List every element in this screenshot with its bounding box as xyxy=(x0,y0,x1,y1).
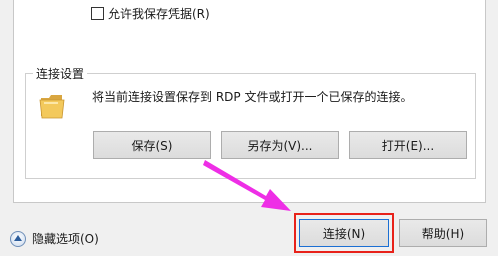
save-button[interactable]: 保存(S) xyxy=(93,131,211,159)
hide-options-toggle[interactable]: 隐藏选项(O) xyxy=(10,230,99,247)
chevron-up-circle-icon xyxy=(10,230,26,247)
hide-options-label: 隐藏选项(O) xyxy=(32,232,99,246)
open-button[interactable]: 打开(E)... xyxy=(349,131,467,159)
folder-icon xyxy=(39,95,65,119)
save-credentials-label: 允许我保存凭据(R) xyxy=(108,7,210,21)
connect-button[interactable]: 连接(N) xyxy=(299,219,389,247)
connection-settings-title: 连接设置 xyxy=(33,65,88,82)
help-button[interactable]: 帮助(H) xyxy=(399,219,487,247)
options-panel: 允许我保存凭据(R) 连接设置 将当前连接设置保存到 RDP 文件或打开一个已保… xyxy=(13,0,486,203)
save-credentials-row[interactable]: 允许我保存凭据(R) xyxy=(91,5,210,22)
connection-settings-group: 连接设置 将当前连接设置保存到 RDP 文件或打开一个已保存的连接。 xyxy=(25,65,476,179)
connection-settings-description: 将当前连接设置保存到 RDP 文件或打开一个已保存的连接。 xyxy=(92,90,413,104)
save-credentials-checkbox[interactable] xyxy=(91,7,104,20)
save-as-button[interactable]: 另存为(V)... xyxy=(221,131,339,159)
